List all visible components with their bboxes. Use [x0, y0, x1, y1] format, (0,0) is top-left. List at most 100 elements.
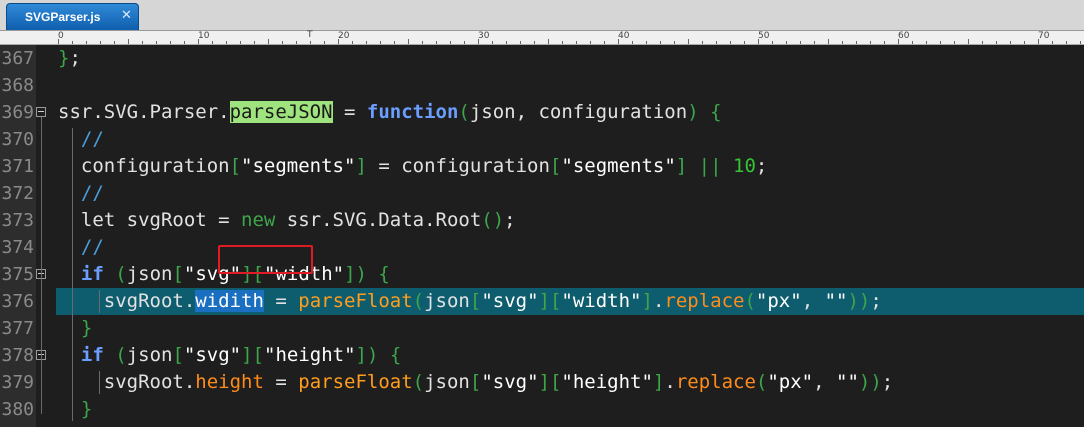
code-token: ; — [69, 47, 81, 69]
code-line[interactable]: 380 } — [0, 396, 1084, 423]
ruler-tick — [184, 41, 185, 44]
code-token: = — [332, 101, 367, 123]
code-token: ( — [412, 371, 425, 393]
fold-toggle-icon[interactable] — [36, 107, 46, 117]
code-token: "width" — [561, 290, 642, 312]
ruler-tick — [800, 41, 801, 44]
code-token: replace — [664, 290, 745, 312]
code-token: [ — [469, 290, 482, 312]
code-line[interactable]: 372 // — [0, 180, 1084, 207]
code-line[interactable]: 377 } — [0, 315, 1084, 342]
ruler-tick — [618, 39, 619, 44]
ruler-tick — [884, 41, 885, 44]
line-number: 373 — [1, 210, 34, 231]
ruler-tick — [772, 41, 773, 44]
line-number: 372 — [1, 183, 34, 204]
close-icon[interactable]: ✕ — [121, 8, 132, 23]
ruler-tick — [744, 41, 745, 44]
code-token: "segments" — [561, 155, 676, 177]
code-token: { — [378, 263, 390, 285]
ruler-tick — [940, 41, 941, 44]
ruler-cursor-marker: T — [307, 30, 313, 40]
line-number: 378 — [1, 345, 34, 366]
code-token: json — [424, 290, 470, 312]
code-line[interactable]: 379 svgRoot.height = parseFloat(json["sv… — [0, 369, 1084, 396]
code-token: // — [80, 236, 104, 258]
code-line[interactable]: 369 ssr.SVG.Parser.parseJSON = function(j… — [0, 99, 1084, 126]
code-line[interactable]: 371 configuration["segments"] = configur… — [0, 153, 1084, 180]
code-line[interactable]: 368 — [0, 72, 1084, 99]
ruler-mark-20: 20 — [338, 31, 350, 41]
code-line[interactable]: 370 // — [0, 126, 1084, 153]
code-text: if (json["svg"]["height"]) { — [58, 342, 401, 369]
code-line[interactable]: 367}; — [0, 45, 1084, 72]
ruler-mark-30: 30 — [478, 31, 490, 41]
highlighted-identifier: parseJSON — [229, 101, 333, 123]
code-token: if — [80, 263, 104, 285]
code-line[interactable]: 378 if (json["svg"]["height"]) { — [0, 342, 1084, 369]
ruler-tick — [296, 41, 297, 44]
ruler-tick — [394, 41, 395, 44]
ruler-tick — [310, 41, 311, 44]
code-token: // — [80, 128, 104, 150]
ruler-tick — [408, 39, 409, 44]
ruler-tick — [562, 41, 563, 44]
code-text: svgRoot.height = parseFloat(json["svg"][… — [58, 369, 894, 396]
code-token: ] — [355, 155, 367, 177]
ruler-tick — [142, 41, 143, 44]
code-token: "px" — [767, 371, 814, 393]
code-token: svgRoot. — [58, 290, 196, 312]
code-text: // — [58, 234, 104, 261]
ruler-tick — [926, 41, 927, 44]
code-token: = configuration — [366, 155, 550, 177]
ruler-tick — [842, 41, 843, 44]
line-number: 374 — [1, 237, 34, 258]
tab-svgparser-js[interactable]: SVGParser.js ✕ — [6, 3, 139, 30]
ruler-tick — [730, 41, 731, 44]
code-token: ssr.SVG.Data.Root — [275, 209, 482, 231]
ruler-tick — [114, 41, 115, 44]
code-token: ; — [755, 155, 768, 177]
ruler-tick — [86, 41, 87, 44]
code-token: function — [366, 101, 459, 123]
code-token: replace — [675, 371, 756, 393]
code-token: = — [263, 371, 299, 393]
code-line[interactable]: 373 let svgRoot = new ssr.SVG.Data.Root(… — [0, 207, 1084, 234]
ruler-tick — [1066, 41, 1067, 44]
code-line[interactable]: 376 svgRoot.widith = parseFloat(json["sv… — [0, 288, 1084, 315]
code-token: ssr.SVG.Parser. — [58, 101, 230, 123]
indent-guide — [72, 128, 73, 421]
ruler-tick — [660, 41, 661, 44]
ruler-tick — [688, 39, 689, 44]
code-token: ( — [458, 101, 470, 123]
indent-guide — [99, 290, 100, 313]
code-token: , — [813, 371, 837, 393]
indent-guide — [99, 371, 100, 394]
code-line[interactable]: 375 if (json["svg"]["width"]) { — [0, 261, 1084, 288]
code-token: } — [58, 47, 70, 69]
ruler-mark-70: 70 — [1038, 31, 1050, 41]
ruler-tick — [422, 41, 423, 44]
code-text: } — [58, 396, 92, 423]
ruler-mark-60: 60 — [898, 31, 910, 41]
code-token: ][ — [241, 344, 264, 366]
code-token: [ — [549, 155, 562, 177]
code-token: json — [424, 371, 470, 393]
code-token: ]) — [344, 263, 367, 285]
code-token: parseFloat — [298, 290, 413, 312]
code-token: "height" — [561, 371, 653, 393]
ruler-tick — [758, 39, 759, 44]
code-line[interactable]: 374 // — [0, 234, 1084, 261]
code-token: )) — [858, 371, 882, 393]
line-number: 376 — [1, 291, 34, 312]
code-token: ][ — [538, 371, 562, 393]
code-token: let svgRoot = — [58, 209, 242, 231]
code-text: // — [58, 126, 104, 153]
code-token: ; — [881, 371, 894, 393]
line-number: 377 — [1, 318, 34, 339]
